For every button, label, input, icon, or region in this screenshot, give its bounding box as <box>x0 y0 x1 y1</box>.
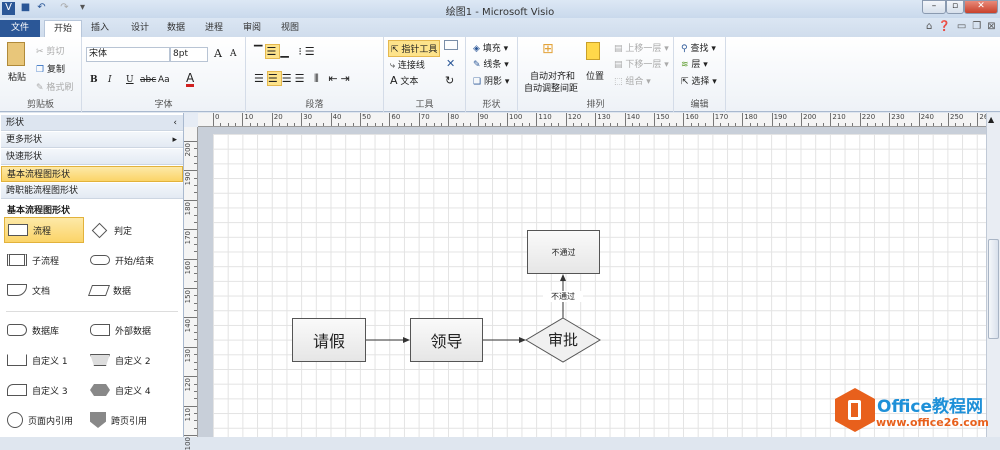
watermark-url: www.office26.com <box>876 416 989 429</box>
watermark-brand: Office教程网 <box>877 397 984 417</box>
process-leave[interactable]: 请假 <box>292 318 366 362</box>
scroll-up-icon[interactable]: ▲ <box>988 115 994 124</box>
arrowhead <box>519 337 526 343</box>
scrollbar-thumb[interactable] <box>988 239 999 339</box>
vertical-scrollbar[interactable]: ▲ <box>986 113 1000 437</box>
arrowhead <box>403 337 410 343</box>
decision-approve-label: 审批 <box>547 331 578 349</box>
ruler-label: 100 <box>184 437 192 450</box>
process-leader[interactable]: 领导 <box>410 318 483 362</box>
connector-label-reject: 不通过 <box>543 291 583 302</box>
connectors <box>366 274 601 363</box>
arrowhead <box>560 274 566 281</box>
process-reject[interactable]: 不通过 <box>527 230 600 274</box>
